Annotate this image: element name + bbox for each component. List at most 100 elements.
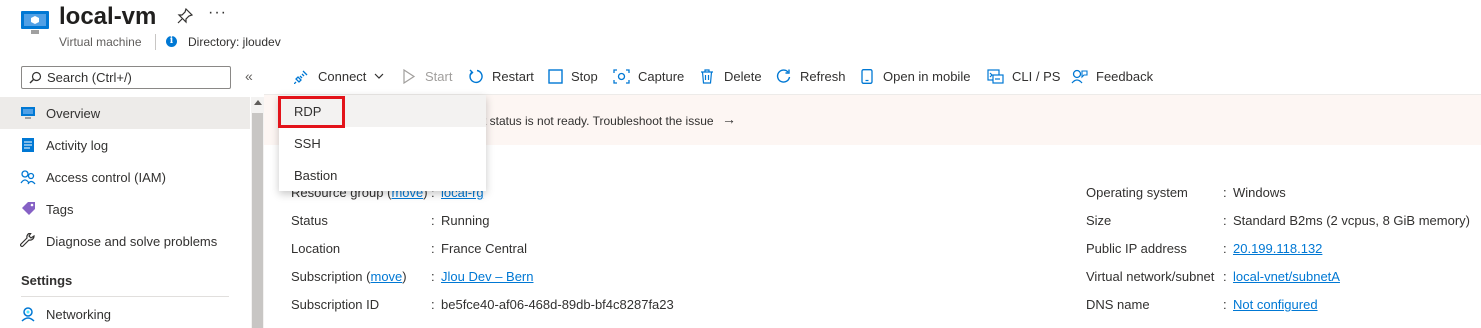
- cli-ps-label: CLI / PS: [1012, 69, 1061, 84]
- capture-label: Capture: [638, 69, 685, 84]
- sidebar-item-tags[interactable]: Tags: [0, 193, 250, 225]
- activity-log-icon: [22, 138, 34, 152]
- mobile-icon: [861, 69, 873, 84]
- start-label: Start: [425, 69, 453, 84]
- feedback-icon: [1071, 69, 1088, 84]
- vnet-subnet-link[interactable]: local-vnet/subnetA: [1233, 269, 1340, 284]
- restart-label: Restart: [492, 69, 534, 84]
- sidebar-item-label: Activity log: [46, 137, 109, 153]
- feedback-button[interactable]: Feedback: [1071, 66, 1153, 88]
- colon: :: [431, 213, 435, 228]
- highlight-box: [278, 96, 345, 128]
- directory-label: Directory: jloudev: [188, 35, 281, 49]
- menu-item-label: Bastion: [294, 168, 338, 183]
- colon: :: [431, 241, 435, 256]
- info-icon: i: [166, 36, 177, 47]
- trash-icon: [701, 69, 713, 84]
- subscription-link[interactable]: Jlou Dev – Bern: [441, 269, 534, 284]
- feedback-label: Feedback: [1096, 69, 1154, 84]
- open-in-mobile-label: Open in mobile: [883, 69, 971, 84]
- divider: [155, 34, 156, 50]
- pin-icon[interactable]: [177, 7, 194, 24]
- sidebar-item-networking[interactable]: Networking: [0, 298, 250, 328]
- restart-button[interactable]: Restart: [469, 66, 535, 88]
- colon: :: [1223, 185, 1227, 200]
- label-public-ip: Public IP address: [1086, 241, 1187, 256]
- wrench-icon: [20, 233, 35, 247]
- delete-label: Delete: [724, 69, 762, 84]
- label-status: Status: [291, 213, 328, 228]
- label-size: Size: [1086, 213, 1112, 228]
- size-value: Standard B2ms (2 vcpus, 8 GiB memory): [1233, 213, 1470, 228]
- label-subscription: Subscription (move): [291, 269, 407, 284]
- sidebar-item-overview[interactable]: Overview: [0, 97, 250, 129]
- networking-icon: [21, 307, 35, 322]
- refresh-label: Refresh: [800, 69, 846, 84]
- restart-icon: [469, 69, 483, 84]
- search-input[interactable]: Search (Ctrl+/): [21, 66, 231, 89]
- sidebar-item-access-control[interactable]: Access control (IAM): [0, 161, 250, 193]
- colon: :: [1223, 269, 1227, 284]
- monitor-icon: [21, 107, 35, 119]
- colon: :: [1223, 297, 1227, 312]
- search-icon: [29, 71, 42, 84]
- sidebar-item-label: Networking: [46, 306, 112, 322]
- page-title: local-vm: [59, 3, 157, 30]
- label-vnet-subnet: Virtual network/subnet: [1086, 269, 1215, 284]
- refresh-button[interactable]: Refresh: [776, 66, 846, 88]
- plug-icon: [294, 70, 308, 84]
- public-ip-link[interactable]: 20.199.118.132: [1233, 241, 1322, 256]
- cli-ps-button[interactable]: CLI / PS: [987, 66, 1061, 88]
- sidebar-item-activity-log[interactable]: Activity log: [0, 129, 250, 161]
- label-subscription-id: Subscription ID: [291, 297, 380, 312]
- banner-message[interactable]: t status is not ready. Troubleshoot the …: [483, 114, 714, 128]
- menu-item-bastion[interactable]: Bastion: [279, 159, 486, 191]
- collapse-sidebar-icon[interactable]: «: [245, 68, 253, 84]
- capture-button[interactable]: Capture: [613, 66, 686, 88]
- move-subscription-link[interactable]: move: [371, 269, 403, 284]
- os-value: Windows: [1233, 185, 1286, 200]
- scroll-up-icon[interactable]: [254, 100, 262, 105]
- subscription-id-value: be5fce40-af06-468d-89db-bf4c8287fa23: [441, 297, 674, 312]
- colon: :: [1223, 213, 1227, 228]
- location-value: France Central: [441, 241, 527, 256]
- sidebar-item-label: Access control (IAM): [46, 169, 166, 185]
- vm-icon: [20, 10, 50, 36]
- scrollbar-thumb[interactable]: [252, 113, 263, 328]
- capture-icon: [613, 69, 630, 84]
- menu-item-ssh[interactable]: SSH: [279, 127, 486, 159]
- search-placeholder: Search (Ctrl+/): [47, 70, 132, 85]
- sidebar-item-diagnose[interactable]: Diagnose and solve problems: [0, 225, 250, 257]
- tag-icon: [22, 202, 35, 215]
- label-location: Location: [291, 241, 341, 256]
- arrow-right-icon[interactable]: →: [722, 111, 736, 127]
- dns-name-link[interactable]: Not configured: [1233, 297, 1318, 312]
- terminal-icon: [987, 69, 1004, 84]
- stop-button[interactable]: Stop: [548, 66, 600, 88]
- connect-label: Connect: [318, 69, 367, 84]
- connect-button[interactable]: Connect: [294, 66, 388, 88]
- people-icon: [20, 170, 36, 185]
- colon: :: [431, 297, 435, 312]
- sidebar-item-label: Tags: [46, 201, 74, 217]
- colon: :: [1223, 241, 1227, 256]
- stop-icon: [548, 69, 563, 84]
- status-value: Running: [441, 213, 490, 228]
- sidebar-item-label: Diagnose and solve problems: [46, 233, 218, 249]
- section-header-settings: Settings: [21, 273, 73, 288]
- label-dns-name: DNS name: [1086, 297, 1150, 312]
- resource-type: Virtual machine: [59, 35, 142, 49]
- start-button[interactable]: Start: [402, 66, 456, 88]
- menu-item-label: SSH: [294, 136, 321, 151]
- delete-button[interactable]: Delete: [700, 66, 762, 88]
- stop-label: Stop: [571, 69, 598, 84]
- label-operating-system: Operating system: [1086, 185, 1188, 200]
- more-options-icon[interactable]: ···: [208, 4, 227, 22]
- divider: [21, 296, 229, 297]
- chevron-down-icon: [374, 73, 384, 79]
- sidebar-item-label: Overview: [46, 105, 101, 121]
- refresh-icon: [776, 69, 791, 83]
- colon: :: [431, 269, 435, 284]
- play-icon: [403, 69, 416, 84]
- open-in-mobile-button[interactable]: Open in mobile: [861, 66, 974, 88]
